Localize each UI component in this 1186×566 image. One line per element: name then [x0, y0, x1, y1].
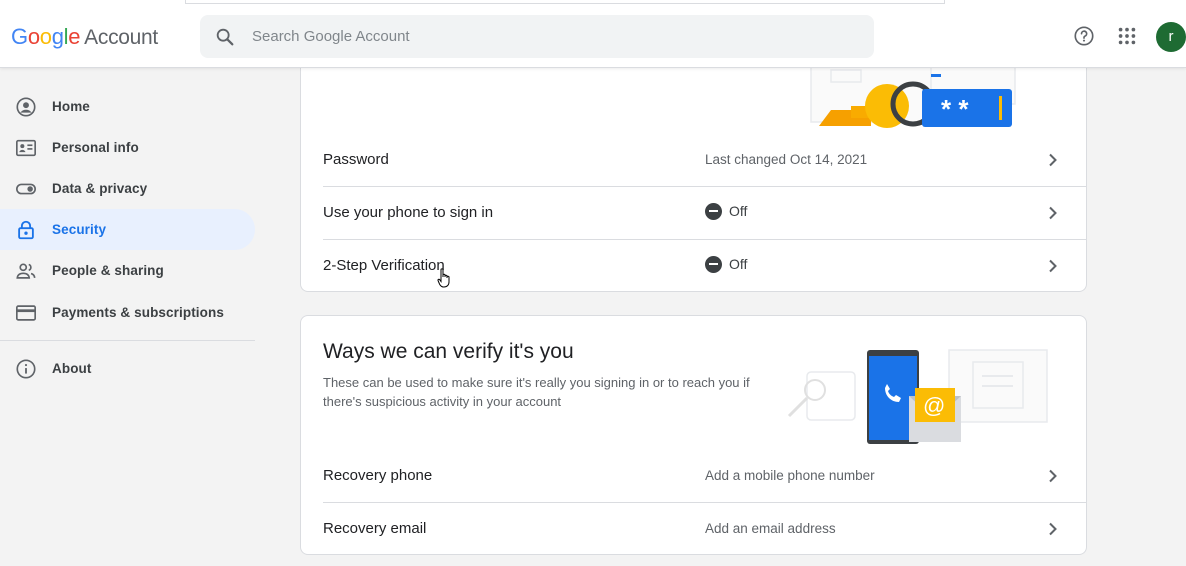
sidebar-item-about[interactable]: About [0, 348, 255, 389]
google-account-logo[interactable]: Google Account [11, 24, 158, 50]
row-label: Password [323, 151, 389, 168]
sidebar-divider [0, 340, 255, 341]
phone-signin-row[interactable]: Use your phone to sign in Off [323, 187, 1086, 239]
row-value: Add a mobile phone number [705, 468, 875, 483]
sidebar-item-data-privacy[interactable]: Data & privacy [0, 168, 255, 209]
row-label: Recovery phone [323, 467, 433, 484]
logo-letter: g [51, 24, 64, 49]
search-bar[interactable] [200, 15, 874, 58]
lock-icon [18, 220, 34, 240]
svg-text:* *: * * [941, 94, 969, 124]
svg-text:@: @ [923, 393, 945, 418]
sidebar-item-label: Payments & subscriptions [52, 305, 224, 320]
recovery-phone-row[interactable]: Recovery phone Add a mobile phone number [323, 450, 1086, 502]
sidebar-item-label: Personal info [52, 140, 139, 155]
hand-cursor-icon [437, 268, 450, 288]
help-icon[interactable] [1073, 25, 1095, 47]
status-text: Off [729, 203, 748, 219]
off-status-icon [705, 202, 722, 220]
signin-card: * * Password Last changed Oct 14, 2021 U… [300, 40, 1087, 292]
credit-card-icon [16, 305, 36, 321]
browser-top-strip [185, 0, 945, 4]
sidebar-item-personal-info[interactable]: Personal info [0, 127, 255, 168]
app-header: GoogleAccount r [0, 0, 1186, 68]
info-icon [16, 359, 36, 379]
off-status-icon [705, 255, 722, 273]
status-badge: Off [705, 255, 748, 274]
row-label: Use your phone to sign in [323, 204, 494, 221]
status-text: Off [729, 256, 748, 272]
sidebar-item-label: About [52, 361, 92, 376]
chevron-right-icon [1049, 206, 1057, 220]
card-description: These can be used to make sure it's real… [323, 375, 750, 409]
row-value: Add an email address [705, 521, 836, 536]
chevron-right-icon [1049, 153, 1057, 167]
search-input[interactable] [252, 15, 852, 58]
chevron-right-icon [1049, 522, 1057, 536]
avatar[interactable]: r [1156, 22, 1186, 52]
chevron-right-icon [1049, 469, 1057, 483]
status-badge: Off [705, 202, 748, 221]
logo-account-text: Account [84, 26, 158, 49]
phone-email-illustration: @ [787, 349, 1048, 444]
sidebar-item-security[interactable]: Security [0, 209, 255, 250]
card-title: Ways we can verify it's you [323, 340, 574, 363]
people-icon [16, 263, 36, 279]
sidebar-item-payments[interactable]: Payments & subscriptions [0, 292, 255, 333]
recovery-email-row[interactable]: Recovery email Add an email address [323, 503, 1086, 554]
logo-letter: o [27, 24, 40, 49]
logo-letter: G [11, 24, 28, 49]
toggle-icon [16, 183, 36, 195]
search-icon[interactable] [214, 26, 236, 48]
logo-letter: o [39, 24, 52, 49]
sidebar-item-label: Data & privacy [52, 181, 148, 196]
account-circle-icon [16, 97, 36, 117]
row-value: Last changed Oct 14, 2021 [705, 152, 868, 167]
sidebar-item-people-sharing[interactable]: People & sharing [0, 250, 255, 291]
sidebar-item-label: Security [52, 222, 107, 237]
sidebar-item-label: Home [52, 99, 90, 114]
apps-grid-icon[interactable] [1116, 25, 1138, 47]
row-label: Recovery email [323, 520, 427, 537]
sidebar-item-label: People & sharing [52, 263, 164, 278]
id-card-icon [16, 139, 36, 157]
password-row[interactable]: Password Last changed Oct 14, 2021 [323, 134, 1086, 186]
logo-letter: e [68, 24, 81, 49]
row-label: 2-Step Verification [323, 257, 445, 274]
verify-card: Ways we can verify it's you These can be… [300, 315, 1087, 555]
sidebar-item-home[interactable]: Home [0, 86, 255, 127]
sidebar-nav: Home Personal info Data & privacy Securi… [0, 68, 260, 566]
chevron-right-icon [1049, 259, 1057, 273]
